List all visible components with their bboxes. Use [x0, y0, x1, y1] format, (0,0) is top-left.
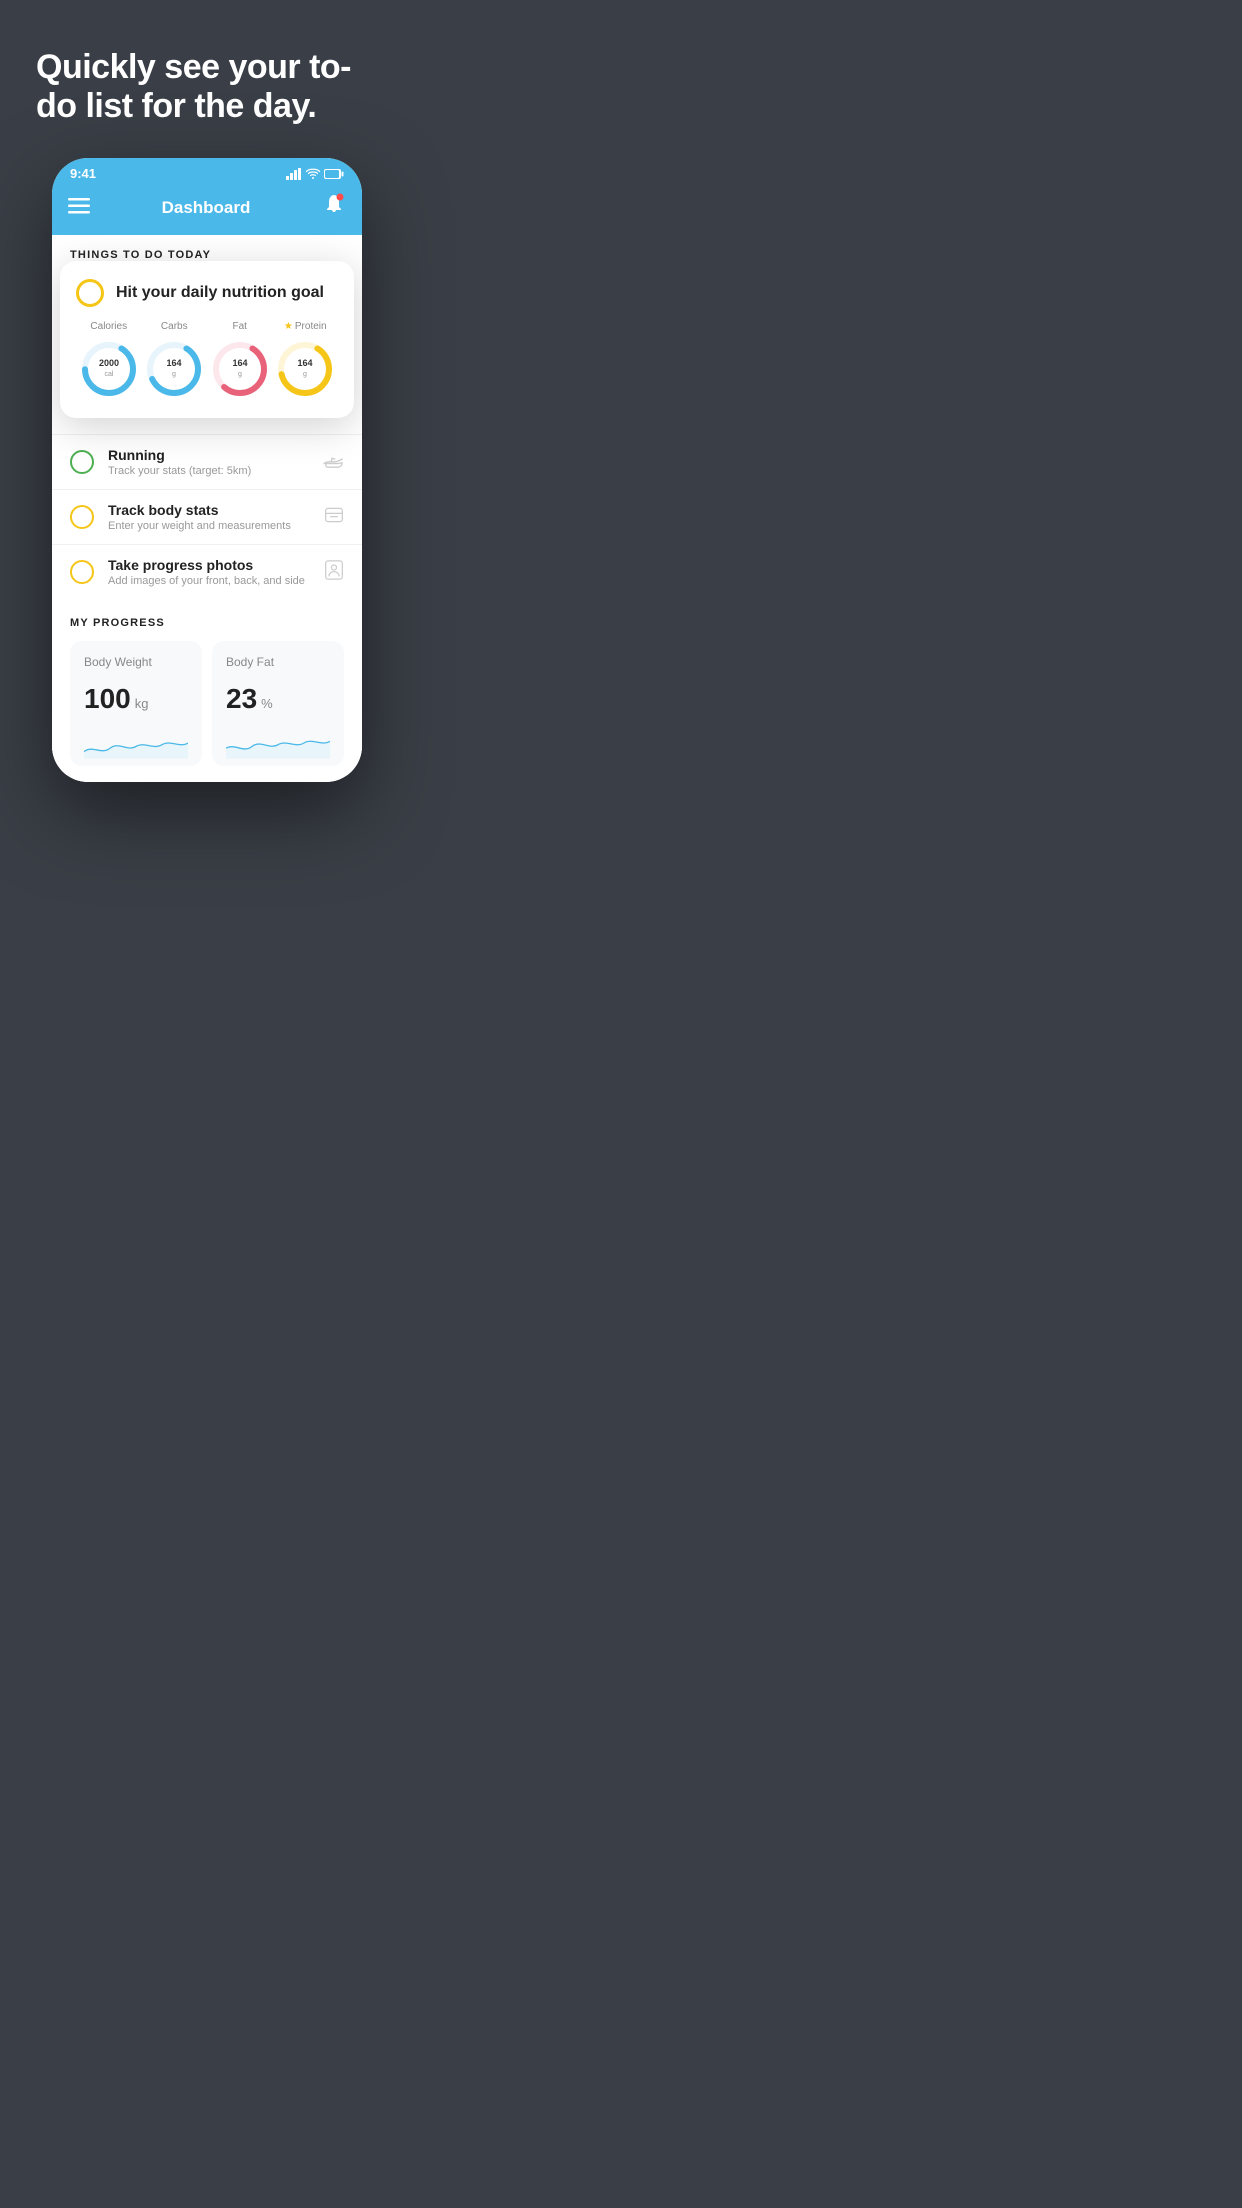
todo-item-body-stats[interactable]: Track body stats Enter your weight and m…	[52, 489, 362, 544]
carbs-circle-item: Carbs 164 g	[143, 321, 205, 400]
body-weight-card: Body Weight 100 kg	[70, 641, 202, 766]
menu-icon[interactable]	[68, 197, 90, 220]
svg-text:g: g	[172, 371, 176, 378]
body-weight-unit: kg	[135, 696, 149, 711]
phone-mockup: 9:41	[52, 158, 362, 782]
running-text: Running Track your stats (target: 5km)	[108, 447, 308, 477]
notification-icon[interactable]	[322, 193, 346, 223]
hamburger-svg	[68, 198, 90, 214]
photos-subtitle: Add images of your front, back, and side	[108, 575, 310, 587]
body-stats-check-circle[interactable]	[70, 505, 94, 529]
body-fat-card: Body Fat 23 %	[212, 641, 344, 766]
bell-svg	[322, 193, 346, 217]
status-time: 9:41	[70, 166, 96, 181]
carbs-label: Carbs	[161, 321, 188, 332]
person-svg	[324, 559, 344, 581]
nutrition-card-header: Hit your daily nutrition goal	[76, 279, 338, 307]
navbar: Dashboard	[52, 185, 362, 235]
carbs-donut: 164 g	[143, 338, 205, 400]
protein-circle-item: ★ Protein 164 g	[274, 321, 336, 400]
svg-text:164: 164	[298, 358, 313, 368]
running-check-circle[interactable]	[70, 450, 94, 474]
battery-icon	[324, 168, 344, 180]
nutrition-circles: Calories 2000 cal Carbs 164 g	[76, 321, 338, 400]
svg-text:g: g	[303, 371, 307, 378]
running-title: Running	[108, 447, 308, 463]
navbar-title: Dashboard	[162, 198, 251, 218]
status-icons	[286, 168, 344, 180]
fat-circle-item: Fat 164 g	[209, 321, 271, 400]
nutrition-card: Hit your daily nutrition goal Calories 2…	[60, 261, 354, 418]
svg-text:164: 164	[232, 358, 247, 368]
person-icon	[324, 559, 344, 586]
body-stats-title: Track body stats	[108, 502, 310, 518]
shoe-icon	[322, 451, 344, 469]
svg-text:164: 164	[167, 358, 182, 368]
calories-circle-item: Calories 2000 cal	[78, 321, 140, 400]
running-icon	[322, 451, 344, 474]
running-subtitle: Track your stats (target: 5km)	[108, 465, 308, 477]
scale-icon	[324, 505, 344, 530]
body-stats-subtitle: Enter your weight and measurements	[108, 520, 310, 532]
status-bar: 9:41	[52, 158, 362, 185]
wifi-icon	[306, 168, 320, 179]
svg-text:g: g	[238, 371, 242, 378]
photos-text: Take progress photos Add images of your …	[108, 557, 310, 587]
nutrition-title: Hit your daily nutrition goal	[116, 284, 324, 302]
calories-label: Calories	[90, 321, 127, 332]
svg-text:2000: 2000	[99, 358, 119, 368]
hero-section: Quickly see your to-do list for the day.	[0, 0, 414, 158]
body-stats-text: Track body stats Enter your weight and m…	[108, 502, 310, 532]
nutrition-check-circle[interactable]	[76, 279, 104, 307]
fat-label: Fat	[233, 321, 247, 332]
svg-text:cal: cal	[104, 371, 113, 378]
todo-list: Running Track your stats (target: 5km) T…	[52, 434, 362, 599]
progress-section: MY PROGRESS Body Weight 100 kg B	[52, 599, 362, 782]
hero-title: Quickly see your to-do list for the day.	[36, 48, 378, 126]
progress-header: MY PROGRESS	[70, 617, 344, 629]
protein-label: ★ Protein	[284, 321, 327, 332]
photos-check-circle[interactable]	[70, 560, 94, 584]
body-fat-unit: %	[261, 696, 273, 711]
body-fat-wave	[226, 725, 330, 761]
protein-donut: 164 g	[274, 338, 336, 400]
body-fat-value: 23 %	[226, 683, 330, 715]
todo-item-photos[interactable]: Take progress photos Add images of your …	[52, 544, 362, 599]
photos-title: Take progress photos	[108, 557, 310, 573]
body-weight-wave	[84, 725, 188, 761]
fat-donut: 164 g	[209, 338, 271, 400]
main-content: THINGS TO DO TODAY Hit your daily nutrit…	[52, 235, 362, 782]
body-fat-label: Body Fat	[226, 655, 330, 669]
body-weight-label: Body Weight	[84, 655, 188, 669]
progress-cards: Body Weight 100 kg Body Fat 23 %	[70, 641, 344, 782]
signal-icon	[286, 168, 302, 180]
protein-star-icon: ★	[284, 321, 293, 332]
body-weight-value: 100 kg	[84, 683, 188, 715]
scale-svg	[324, 505, 344, 525]
todo-item-running[interactable]: Running Track your stats (target: 5km)	[52, 434, 362, 489]
calories-donut: 2000 cal	[78, 338, 140, 400]
